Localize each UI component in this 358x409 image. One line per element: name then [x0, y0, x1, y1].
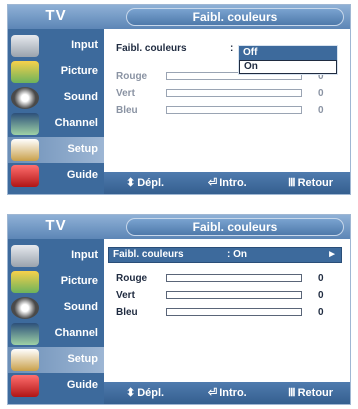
sidebar-item-channel[interactable]: Channel	[8, 111, 104, 137]
hint-bar: ⬍ Dépl. ⏎ Intro. Ⅲ Retour	[104, 382, 350, 404]
arrow-right-icon: ►	[327, 249, 337, 260]
tv-title: TV	[45, 7, 67, 24]
updown-arrow-icon: ⬍	[126, 387, 136, 399]
setup-icon	[11, 139, 39, 161]
sidebar-item-channel[interactable]: Channel	[8, 321, 104, 347]
menu-screen-2: TV Faibl. couleurs Input Picture Sound C…	[7, 214, 351, 405]
picture-icon	[11, 61, 39, 83]
settings-content: Faibl. couleurs : On ► Rouge 0 Vert 0 Bl…	[104, 239, 350, 382]
slider-label-rouge: Rouge	[116, 273, 148, 284]
slider-bleu[interactable]	[166, 308, 302, 316]
menu-screen-1: TV Faibl. couleurs Input Picture Sound C…	[7, 4, 351, 195]
return-icon: Ⅲ	[288, 177, 296, 189]
sidebar-item-sound[interactable]: Sound	[8, 295, 104, 321]
enter-icon: ⏎	[208, 387, 218, 399]
dropdown-option-off[interactable]: Off	[239, 46, 337, 60]
channel-icon	[11, 323, 39, 345]
hint-back: Ⅲ Retour	[288, 387, 334, 399]
sidebar-item-picture[interactable]: Picture	[8, 269, 104, 295]
sound-icon	[11, 297, 39, 319]
sidebar: Input Picture Sound Channel Setup Guide	[8, 239, 104, 404]
sidebar-item-label: Setup	[67, 143, 98, 155]
slider-bleu[interactable]	[166, 106, 302, 114]
setup-icon	[11, 349, 39, 371]
slider-label-rouge: Rouge	[116, 71, 148, 82]
hint-bar: ⬍ Dépl. ⏎ Intro. Ⅲ Retour	[104, 172, 350, 194]
enter-icon: ⏎	[208, 177, 218, 189]
slider-value-rouge: 0	[318, 273, 324, 284]
setting-value: : On	[227, 249, 247, 260]
sidebar-item-sound[interactable]: Sound	[8, 85, 104, 111]
slider-label-vert: Vert	[116, 88, 135, 99]
menu-title: Faibl. couleurs	[126, 8, 344, 26]
sidebar: Input Picture Sound Channel Setup Guide	[8, 29, 104, 194]
slider-value-bleu: 0	[318, 307, 324, 318]
slider-value-bleu: 0	[318, 105, 324, 116]
title-bar: TV Faibl. couleurs	[8, 5, 350, 29]
slider-vert[interactable]	[166, 291, 302, 299]
slider-value-vert: 0	[318, 290, 324, 301]
slider-label-bleu: Bleu	[116, 105, 138, 116]
setting-label: Faibl. couleurs	[116, 43, 187, 54]
sidebar-item-setup[interactable]: Setup	[8, 137, 104, 163]
slider-label-bleu: Bleu	[116, 307, 138, 318]
sidebar-item-picture[interactable]: Picture	[8, 59, 104, 85]
sidebar-item-label: Sound	[63, 301, 98, 313]
sidebar-item-label: Channel	[54, 117, 98, 129]
hint-enter: ⏎ Intro.	[208, 177, 247, 189]
option-dropdown[interactable]: Off On	[238, 45, 338, 75]
return-icon: Ⅲ	[288, 387, 296, 399]
sidebar-item-label: Sound	[63, 91, 98, 103]
settings-content: Faibl. couleurs : Rouge 0 Vert 0 Bleu 0 …	[104, 29, 350, 172]
slider-label-vert: Vert	[116, 290, 135, 301]
slider-rouge[interactable]	[166, 274, 302, 282]
hint-back: Ⅲ Retour	[288, 177, 334, 189]
menu-title: Faibl. couleurs	[126, 218, 344, 236]
sidebar-item-input[interactable]: Input	[8, 33, 104, 59]
hint-move: ⬍ Dépl.	[126, 177, 165, 189]
sidebar-item-label: Picture	[60, 275, 98, 287]
input-icon	[11, 35, 39, 57]
sidebar-item-label: Guide	[66, 169, 98, 181]
channel-icon	[11, 113, 39, 135]
sidebar-item-label: Picture	[60, 65, 98, 77]
sidebar-item-label: Input	[71, 249, 98, 261]
sidebar-item-label: Guide	[66, 379, 98, 391]
guide-icon	[11, 165, 39, 187]
sidebar-item-input[interactable]: Input	[8, 243, 104, 269]
tv-title: TV	[45, 217, 67, 234]
sidebar-item-setup[interactable]: Setup	[8, 347, 104, 373]
dropdown-option-on[interactable]: On	[239, 60, 337, 74]
picture-icon	[11, 271, 39, 293]
sidebar-item-label: Input	[71, 39, 98, 51]
sound-icon	[11, 87, 39, 109]
hint-enter: ⏎ Intro.	[208, 387, 247, 399]
updown-arrow-icon: ⬍	[126, 177, 136, 189]
slider-value-vert: 0	[318, 88, 324, 99]
setting-row-selected[interactable]: Faibl. couleurs : On ►	[108, 247, 342, 263]
sidebar-item-label: Channel	[54, 327, 98, 339]
title-bar: TV Faibl. couleurs	[8, 215, 350, 239]
sidebar-item-guide[interactable]: Guide	[8, 163, 104, 189]
guide-icon	[11, 375, 39, 397]
slider-vert[interactable]	[166, 89, 302, 97]
setting-label: Faibl. couleurs	[113, 249, 184, 260]
input-icon	[11, 245, 39, 267]
setting-colon: :	[230, 43, 234, 54]
sidebar-item-guide[interactable]: Guide	[8, 373, 104, 399]
hint-move: ⬍ Dépl.	[126, 387, 165, 399]
sidebar-item-label: Setup	[67, 353, 98, 365]
